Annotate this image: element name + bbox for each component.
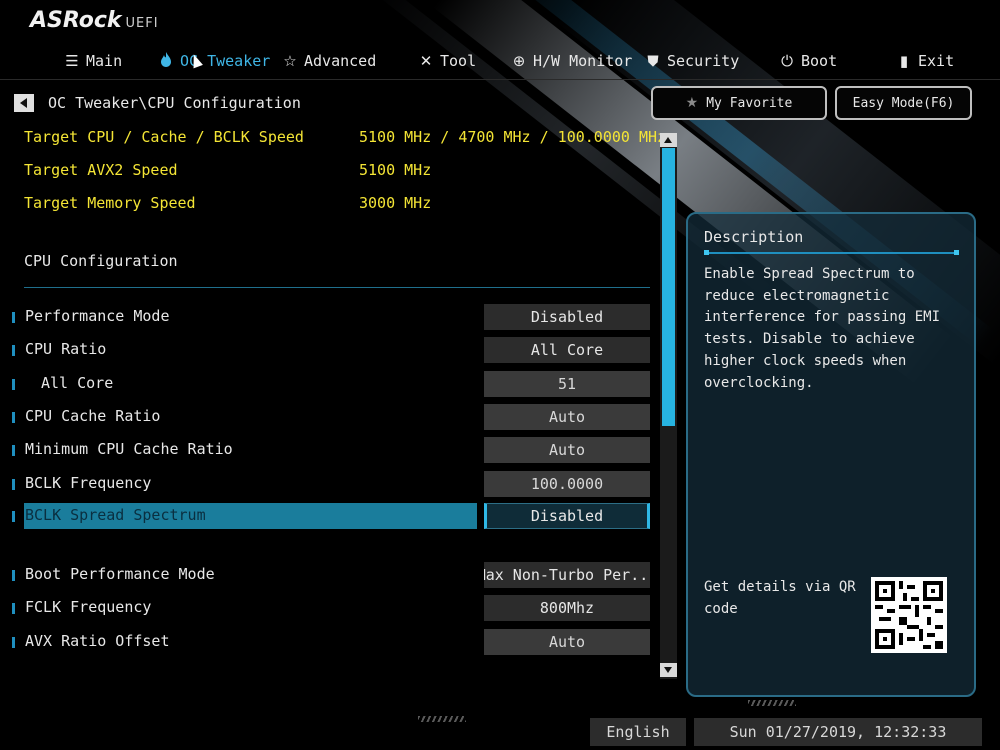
setting-label: All Core <box>41 374 114 392</box>
tab-tool-label: Tool <box>440 52 477 70</box>
target-value: 3000 MHz <box>359 194 432 212</box>
footer-hatch-decoration <box>418 716 466 722</box>
tab-security[interactable]: ⛊ Security <box>645 50 739 72</box>
tab-hw-monitor-label: H/W Monitor <box>533 52 633 70</box>
scroll-down-button[interactable] <box>660 663 677 677</box>
shield-icon: ⛊ <box>647 52 659 70</box>
setting-label: Performance Mode <box>25 307 170 325</box>
section-title: CPU Configuration <box>24 252 178 270</box>
target-label: Target CPU / Cache / BCLK Speed <box>24 128 304 146</box>
setting-label: AVX Ratio Offset <box>25 632 170 650</box>
tab-boot[interactable]: ⏻ Boot <box>779 50 837 72</box>
panel-hatch-decoration <box>748 700 796 706</box>
row-marker <box>12 445 15 456</box>
setting-value-input[interactable]: Auto <box>484 437 650 463</box>
setting-value-select[interactable]: Disabled <box>484 503 650 529</box>
tab-advanced-label: Advanced <box>304 52 377 70</box>
exit-door-icon: ▮ <box>899 52 909 70</box>
power-icon: ⏻ <box>781 52 793 70</box>
tab-exit-label: Exit <box>918 52 955 70</box>
description-divider <box>704 250 959 255</box>
back-button[interactable] <box>14 94 34 112</box>
star-icon: ★ <box>685 95 699 111</box>
target-label: Target AVX2 Speed <box>24 161 178 179</box>
list-icon: ☰ <box>65 52 79 70</box>
my-favorite-label: My Favorite <box>706 95 793 111</box>
setting-bclk-spread-spectrum[interactable]: BCLK Spread Spectrum Disabled <box>12 503 652 529</box>
setting-label: BCLK Frequency <box>25 474 152 492</box>
tab-oc-tweaker[interactable]: OC Tweaker <box>158 50 270 72</box>
setting-value-input[interactable]: 100.0000 <box>484 471 650 497</box>
tab-tool[interactable]: ✕ Tool <box>418 50 476 72</box>
target-avx2-speed: Target AVX2 Speed 5100 MHz <box>24 161 431 181</box>
setting-value-select[interactable]: All Core <box>484 337 650 363</box>
breadcrumb-path: OC Tweaker\CPU Configuration <box>48 94 301 112</box>
row-marker <box>12 511 15 522</box>
my-favorite-button[interactable]: ★ My Favorite <box>651 86 827 120</box>
setting-boot-performance-mode[interactable]: Boot Performance Mode Max Non-Turbo Per.… <box>12 562 652 588</box>
easy-mode-button[interactable]: Easy Mode(F6) <box>835 86 972 120</box>
setting-label: CPU Ratio <box>25 340 107 358</box>
setting-performance-mode[interactable]: Performance Mode Disabled <box>12 304 652 330</box>
setting-label: FCLK Frequency <box>25 598 152 616</box>
setting-avx-ratio-offset[interactable]: AVX Ratio Offset Auto <box>12 629 652 655</box>
setting-label: Minimum CPU Cache Ratio <box>25 440 233 458</box>
row-marker <box>12 379 15 390</box>
setting-cpu-ratio[interactable]: CPU Ratio All Core <box>12 337 652 363</box>
star-advanced-icon: ☆ <box>283 52 297 70</box>
setting-value-select[interactable]: 800Mhz <box>484 595 650 621</box>
tab-main[interactable]: ☰ Main <box>64 50 122 72</box>
uefi-label: UEFI <box>125 16 159 31</box>
scroll-up-button[interactable] <box>660 133 677 147</box>
setting-value-input[interactable]: 51 <box>484 371 650 397</box>
row-marker <box>12 312 15 323</box>
target-cpu-speed: Target CPU / Cache / BCLK Speed 5100 MHz… <box>24 128 666 148</box>
row-marker <box>12 412 15 423</box>
setting-bclk-frequency[interactable]: BCLK Frequency 100.0000 <box>12 471 652 497</box>
brand-name: ASRock <box>30 8 122 33</box>
target-value: 5100 MHz <box>359 161 432 179</box>
setting-value-select[interactable]: Disabled <box>484 304 650 330</box>
qr-code <box>871 577 947 653</box>
description-title: Description <box>704 228 804 246</box>
setting-value-select[interactable]: Max Non-Turbo Per... <box>484 562 650 588</box>
row-marker <box>12 637 15 648</box>
breadcrumb: OC Tweaker\CPU Configuration <box>14 92 301 114</box>
monitor-icon: ⊕ <box>512 52 526 70</box>
setting-label: Boot Performance Mode <box>25 565 215 583</box>
target-memory-speed: Target Memory Speed 3000 MHz <box>24 194 431 214</box>
setting-value-input[interactable]: Auto <box>484 629 650 655</box>
target-label: Target Memory Speed <box>24 194 196 212</box>
row-marker <box>12 345 15 356</box>
setting-min-cpu-cache-ratio[interactable]: Minimum CPU Cache Ratio Auto <box>12 437 652 463</box>
tab-advanced[interactable]: ☆ Advanced <box>282 50 376 72</box>
setting-value-input[interactable]: Auto <box>484 404 650 430</box>
row-marker <box>12 603 15 614</box>
setting-fclk-frequency[interactable]: FCLK Frequency 800Mhz <box>12 595 652 621</box>
setting-cpu-cache-ratio[interactable]: CPU Cache Ratio Auto <box>12 404 652 430</box>
tab-hw-monitor[interactable]: ⊕ H/W Monitor <box>511 50 633 72</box>
target-value: 5100 MHz / 4700 MHz / 100.0000 MHz <box>359 128 667 146</box>
setting-all-core[interactable]: All Core 51 <box>12 371 652 397</box>
description-text: Enable Spread Spectrum to reduce electro… <box>704 266 941 391</box>
tools-icon: ✕ <box>419 52 433 70</box>
tab-exit[interactable]: ▮ Exit <box>896 50 954 72</box>
setting-label: CPU Cache Ratio <box>25 407 161 425</box>
language-button[interactable]: English <box>590 718 686 746</box>
tab-boot-label: Boot <box>801 52 838 70</box>
row-marker <box>12 479 15 490</box>
asrock-logo: ASRock UEFI <box>30 8 159 34</box>
flame-icon <box>158 51 174 71</box>
tab-security-label: Security <box>667 52 740 70</box>
scrollbar-thumb[interactable] <box>662 148 675 426</box>
datetime-display: Sun 01/27/2019, 12:32:33 <box>694 718 982 746</box>
setting-label: BCLK Spread Spectrum <box>25 506 206 524</box>
tab-main-label: Main <box>86 52 123 70</box>
qr-caption: Get details via QR code <box>704 579 856 617</box>
row-marker <box>12 570 15 581</box>
section-divider <box>24 287 650 288</box>
easy-mode-label: Easy Mode(F6) <box>852 95 955 111</box>
top-navigation: ☰ Main OC Tweaker ☆ Advanced ✕ Tool ⊕ H/… <box>0 42 1000 80</box>
